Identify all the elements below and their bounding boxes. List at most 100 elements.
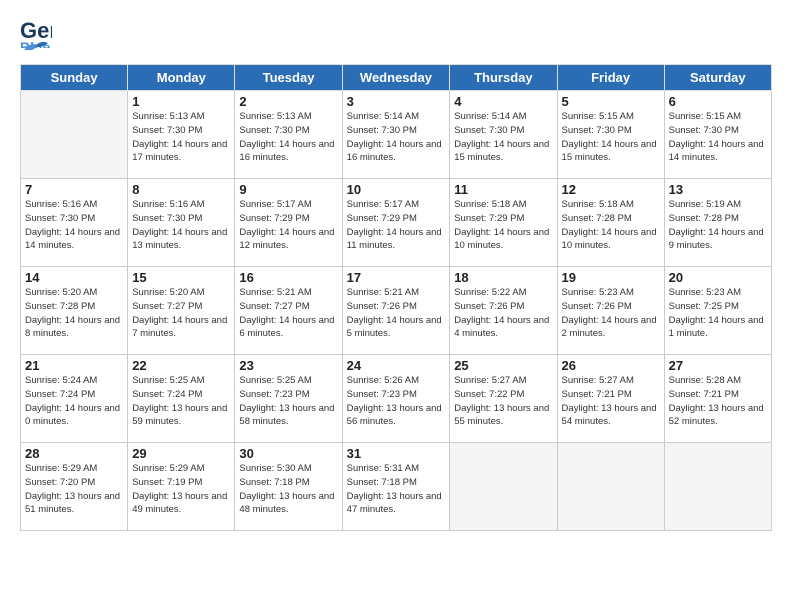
weekday-header-friday: Friday <box>557 65 664 91</box>
calendar-page: General Blue SundayMondayTue <box>0 0 792 612</box>
weekday-header-sunday: Sunday <box>21 65 128 91</box>
calendar-cell: 25Sunrise: 5:27 AM Sunset: 7:22 PM Dayli… <box>450 355 557 443</box>
day-number: 12 <box>562 182 660 197</box>
weekday-header-tuesday: Tuesday <box>235 65 342 91</box>
day-info: Sunrise: 5:20 AM Sunset: 7:28 PM Dayligh… <box>25 286 123 341</box>
day-number: 20 <box>669 270 767 285</box>
calendar-cell <box>664 443 771 531</box>
logo: General Blue <box>20 16 54 54</box>
day-info: Sunrise: 5:23 AM Sunset: 7:26 PM Dayligh… <box>562 286 660 341</box>
day-info: Sunrise: 5:16 AM Sunset: 7:30 PM Dayligh… <box>25 198 123 253</box>
day-number: 31 <box>347 446 446 461</box>
day-info: Sunrise: 5:22 AM Sunset: 7:26 PM Dayligh… <box>454 286 552 341</box>
day-number: 11 <box>454 182 552 197</box>
day-info: Sunrise: 5:31 AM Sunset: 7:18 PM Dayligh… <box>347 462 446 517</box>
calendar-cell: 9Sunrise: 5:17 AM Sunset: 7:29 PM Daylig… <box>235 179 342 267</box>
calendar-cell: 31Sunrise: 5:31 AM Sunset: 7:18 PM Dayli… <box>342 443 450 531</box>
calendar-cell: 11Sunrise: 5:18 AM Sunset: 7:29 PM Dayli… <box>450 179 557 267</box>
calendar-cell: 26Sunrise: 5:27 AM Sunset: 7:21 PM Dayli… <box>557 355 664 443</box>
day-info: Sunrise: 5:25 AM Sunset: 7:24 PM Dayligh… <box>132 374 230 429</box>
calendar-cell: 7Sunrise: 5:16 AM Sunset: 7:30 PM Daylig… <box>21 179 128 267</box>
day-number: 28 <box>25 446 123 461</box>
day-number: 26 <box>562 358 660 373</box>
day-info: Sunrise: 5:19 AM Sunset: 7:28 PM Dayligh… <box>669 198 767 253</box>
calendar-cell: 17Sunrise: 5:21 AM Sunset: 7:26 PM Dayli… <box>342 267 450 355</box>
day-info: Sunrise: 5:18 AM Sunset: 7:28 PM Dayligh… <box>562 198 660 253</box>
calendar-cell: 27Sunrise: 5:28 AM Sunset: 7:21 PM Dayli… <box>664 355 771 443</box>
day-number: 15 <box>132 270 230 285</box>
day-info: Sunrise: 5:21 AM Sunset: 7:27 PM Dayligh… <box>239 286 337 341</box>
day-number: 4 <box>454 94 552 109</box>
weekday-header-monday: Monday <box>128 65 235 91</box>
day-number: 24 <box>347 358 446 373</box>
calendar-cell: 10Sunrise: 5:17 AM Sunset: 7:29 PM Dayli… <box>342 179 450 267</box>
calendar-cell: 30Sunrise: 5:30 AM Sunset: 7:18 PM Dayli… <box>235 443 342 531</box>
day-info: Sunrise: 5:23 AM Sunset: 7:25 PM Dayligh… <box>669 286 767 341</box>
weekday-header-row: SundayMondayTuesdayWednesdayThursdayFrid… <box>21 65 772 91</box>
day-number: 25 <box>454 358 552 373</box>
calendar-cell: 14Sunrise: 5:20 AM Sunset: 7:28 PM Dayli… <box>21 267 128 355</box>
day-info: Sunrise: 5:13 AM Sunset: 7:30 PM Dayligh… <box>239 110 337 165</box>
calendar-cell: 4Sunrise: 5:14 AM Sunset: 7:30 PM Daylig… <box>450 91 557 179</box>
day-number: 13 <box>669 182 767 197</box>
calendar-cell: 18Sunrise: 5:22 AM Sunset: 7:26 PM Dayli… <box>450 267 557 355</box>
day-info: Sunrise: 5:17 AM Sunset: 7:29 PM Dayligh… <box>239 198 337 253</box>
day-number: 10 <box>347 182 446 197</box>
day-number: 18 <box>454 270 552 285</box>
day-info: Sunrise: 5:15 AM Sunset: 7:30 PM Dayligh… <box>669 110 767 165</box>
day-info: Sunrise: 5:25 AM Sunset: 7:23 PM Dayligh… <box>239 374 337 429</box>
day-info: Sunrise: 5:29 AM Sunset: 7:19 PM Dayligh… <box>132 462 230 517</box>
weekday-header-saturday: Saturday <box>664 65 771 91</box>
calendar-cell <box>21 91 128 179</box>
day-number: 19 <box>562 270 660 285</box>
calendar-cell: 23Sunrise: 5:25 AM Sunset: 7:23 PM Dayli… <box>235 355 342 443</box>
bird-icon <box>22 40 50 56</box>
day-info: Sunrise: 5:14 AM Sunset: 7:30 PM Dayligh… <box>347 110 446 165</box>
day-number: 2 <box>239 94 337 109</box>
day-number: 14 <box>25 270 123 285</box>
day-number: 8 <box>132 182 230 197</box>
day-info: Sunrise: 5:21 AM Sunset: 7:26 PM Dayligh… <box>347 286 446 341</box>
calendar-cell: 12Sunrise: 5:18 AM Sunset: 7:28 PM Dayli… <box>557 179 664 267</box>
day-number: 21 <box>25 358 123 373</box>
day-info: Sunrise: 5:17 AM Sunset: 7:29 PM Dayligh… <box>347 198 446 253</box>
day-info: Sunrise: 5:26 AM Sunset: 7:23 PM Dayligh… <box>347 374 446 429</box>
calendar-cell: 21Sunrise: 5:24 AM Sunset: 7:24 PM Dayli… <box>21 355 128 443</box>
calendar-cell: 20Sunrise: 5:23 AM Sunset: 7:25 PM Dayli… <box>664 267 771 355</box>
day-number: 29 <box>132 446 230 461</box>
day-info: Sunrise: 5:30 AM Sunset: 7:18 PM Dayligh… <box>239 462 337 517</box>
day-number: 6 <box>669 94 767 109</box>
calendar-cell: 13Sunrise: 5:19 AM Sunset: 7:28 PM Dayli… <box>664 179 771 267</box>
day-number: 3 <box>347 94 446 109</box>
day-number: 5 <box>562 94 660 109</box>
calendar-cell: 28Sunrise: 5:29 AM Sunset: 7:20 PM Dayli… <box>21 443 128 531</box>
day-info: Sunrise: 5:27 AM Sunset: 7:21 PM Dayligh… <box>562 374 660 429</box>
day-info: Sunrise: 5:14 AM Sunset: 7:30 PM Dayligh… <box>454 110 552 165</box>
calendar-cell <box>557 443 664 531</box>
day-info: Sunrise: 5:20 AM Sunset: 7:27 PM Dayligh… <box>132 286 230 341</box>
calendar-cell <box>450 443 557 531</box>
week-row-2: 7Sunrise: 5:16 AM Sunset: 7:30 PM Daylig… <box>21 179 772 267</box>
day-number: 23 <box>239 358 337 373</box>
calendar-cell: 6Sunrise: 5:15 AM Sunset: 7:30 PM Daylig… <box>664 91 771 179</box>
week-row-3: 14Sunrise: 5:20 AM Sunset: 7:28 PM Dayli… <box>21 267 772 355</box>
day-number: 16 <box>239 270 337 285</box>
calendar-cell: 24Sunrise: 5:26 AM Sunset: 7:23 PM Dayli… <box>342 355 450 443</box>
day-info: Sunrise: 5:24 AM Sunset: 7:24 PM Dayligh… <box>25 374 123 429</box>
day-number: 7 <box>25 182 123 197</box>
weekday-header-wednesday: Wednesday <box>342 65 450 91</box>
day-number: 1 <box>132 94 230 109</box>
calendar-cell: 15Sunrise: 5:20 AM Sunset: 7:27 PM Dayli… <box>128 267 235 355</box>
header: General Blue <box>20 16 772 54</box>
calendar-cell: 19Sunrise: 5:23 AM Sunset: 7:26 PM Dayli… <box>557 267 664 355</box>
week-row-5: 28Sunrise: 5:29 AM Sunset: 7:20 PM Dayli… <box>21 443 772 531</box>
day-info: Sunrise: 5:15 AM Sunset: 7:30 PM Dayligh… <box>562 110 660 165</box>
day-info: Sunrise: 5:16 AM Sunset: 7:30 PM Dayligh… <box>132 198 230 253</box>
weekday-header-thursday: Thursday <box>450 65 557 91</box>
day-number: 30 <box>239 446 337 461</box>
calendar-cell: 2Sunrise: 5:13 AM Sunset: 7:30 PM Daylig… <box>235 91 342 179</box>
day-info: Sunrise: 5:27 AM Sunset: 7:22 PM Dayligh… <box>454 374 552 429</box>
day-number: 27 <box>669 358 767 373</box>
day-info: Sunrise: 5:29 AM Sunset: 7:20 PM Dayligh… <box>25 462 123 517</box>
calendar-cell: 22Sunrise: 5:25 AM Sunset: 7:24 PM Dayli… <box>128 355 235 443</box>
